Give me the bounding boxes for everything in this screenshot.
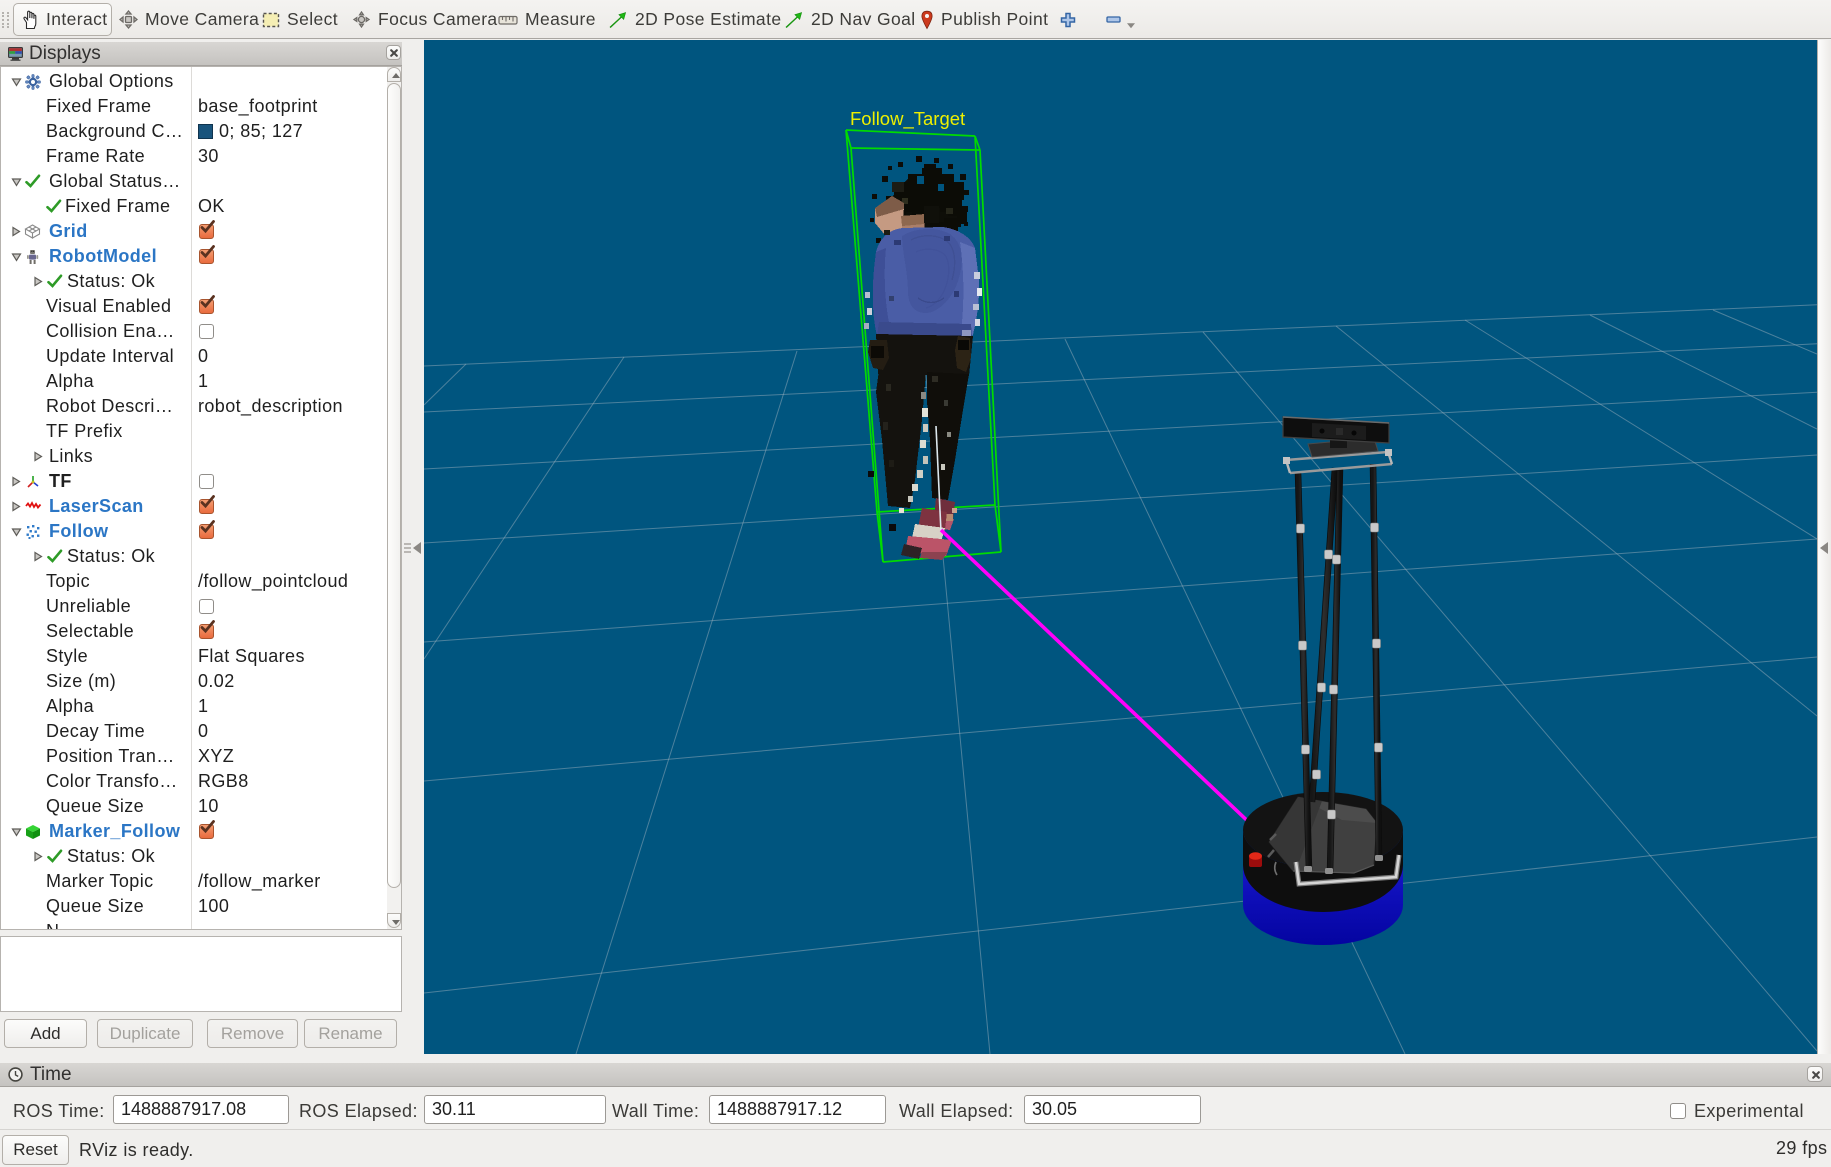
svg-text:Follow_Target: Follow_Target [850, 108, 965, 130]
